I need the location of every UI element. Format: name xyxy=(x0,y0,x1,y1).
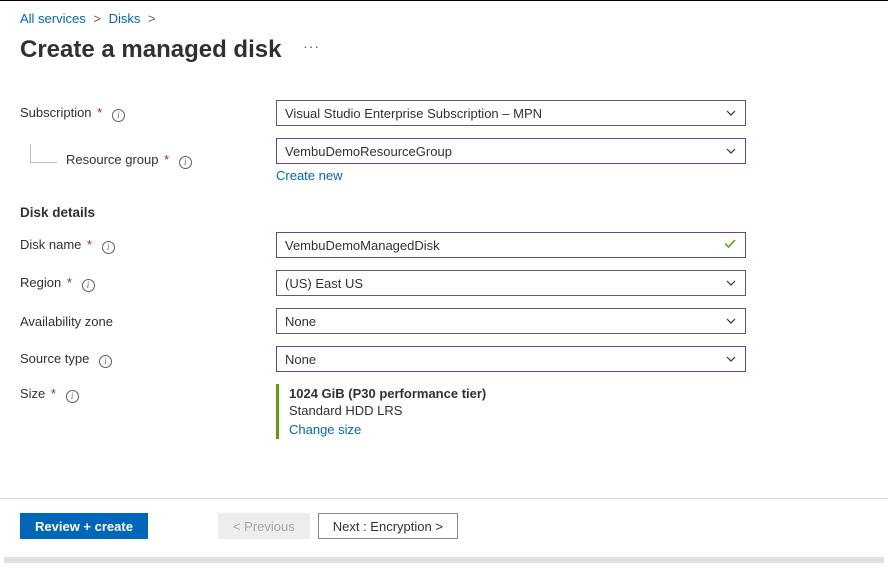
resource-group-select[interactable]: VembuDemoResourceGroup xyxy=(276,138,746,164)
change-size-link[interactable]: Change size xyxy=(289,422,361,437)
required-indicator: * xyxy=(164,152,169,167)
required-indicator: * xyxy=(67,275,72,290)
previous-button: < Previous xyxy=(218,513,310,539)
disk-name-input[interactable]: VembuDemoManagedDisk xyxy=(276,232,746,258)
info-icon[interactable]: i xyxy=(99,355,112,368)
size-label: Size xyxy=(20,386,45,401)
availability-zone-value: None xyxy=(285,314,316,329)
required-indicator: * xyxy=(51,386,56,401)
size-summary: 1024 GiB (P30 performance tier) Standard… xyxy=(276,384,746,439)
subscription-select[interactable]: Visual Studio Enterprise Subscription – … xyxy=(276,100,746,126)
page-title: Create a managed disk xyxy=(20,36,281,64)
breadcrumb-disks[interactable]: Disks xyxy=(109,11,141,26)
resource-group-value: VembuDemoResourceGroup xyxy=(285,144,452,159)
region-label: Region xyxy=(20,275,61,290)
size-sku: Standard HDD LRS xyxy=(289,403,746,418)
resource-group-label: Resource group xyxy=(66,152,159,167)
required-indicator: * xyxy=(97,105,102,120)
create-new-link[interactable]: Create new xyxy=(276,168,342,183)
chevron-down-icon xyxy=(725,107,737,119)
info-icon[interactable]: i xyxy=(112,109,125,122)
subscription-value: Visual Studio Enterprise Subscription – … xyxy=(285,106,542,121)
chevron-down-icon xyxy=(725,315,737,327)
region-select[interactable]: (US) East US xyxy=(276,270,746,296)
region-value: (US) East US xyxy=(285,276,363,291)
size-value: 1024 GiB (P30 performance tier) xyxy=(289,386,746,401)
check-icon xyxy=(723,237,737,254)
availability-zone-select[interactable]: None xyxy=(276,308,746,334)
disk-name-value: VembuDemoManagedDisk xyxy=(285,238,440,253)
chevron-down-icon xyxy=(725,277,737,289)
chevron-down-icon xyxy=(725,145,737,157)
chevron-right-icon: > xyxy=(93,11,101,26)
disk-name-label: Disk name xyxy=(20,237,81,252)
source-type-select[interactable]: None xyxy=(276,346,746,372)
scrollbar[interactable] xyxy=(4,557,884,563)
info-icon[interactable]: i xyxy=(66,390,79,403)
chevron-down-icon xyxy=(725,353,737,365)
source-type-label: Source type xyxy=(20,351,89,366)
breadcrumb-all-services[interactable]: All services xyxy=(20,11,86,26)
disk-details-header: Disk details xyxy=(20,205,868,220)
source-type-value: None xyxy=(285,352,316,367)
required-indicator: * xyxy=(87,237,92,252)
chevron-right-icon: > xyxy=(148,11,156,26)
subscription-label: Subscription xyxy=(20,105,92,120)
info-icon[interactable]: i xyxy=(179,156,192,169)
info-icon[interactable]: i xyxy=(102,241,115,254)
more-icon[interactable]: ··· xyxy=(303,38,320,54)
next-button[interactable]: Next : Encryption > xyxy=(318,513,458,539)
breadcrumb: All services > Disks > xyxy=(20,11,868,26)
info-icon[interactable]: i xyxy=(82,279,95,292)
availability-zone-label: Availability zone xyxy=(20,314,113,329)
footer: Review + create < Previous Next : Encryp… xyxy=(0,498,888,553)
review-create-button[interactable]: Review + create xyxy=(20,513,148,539)
